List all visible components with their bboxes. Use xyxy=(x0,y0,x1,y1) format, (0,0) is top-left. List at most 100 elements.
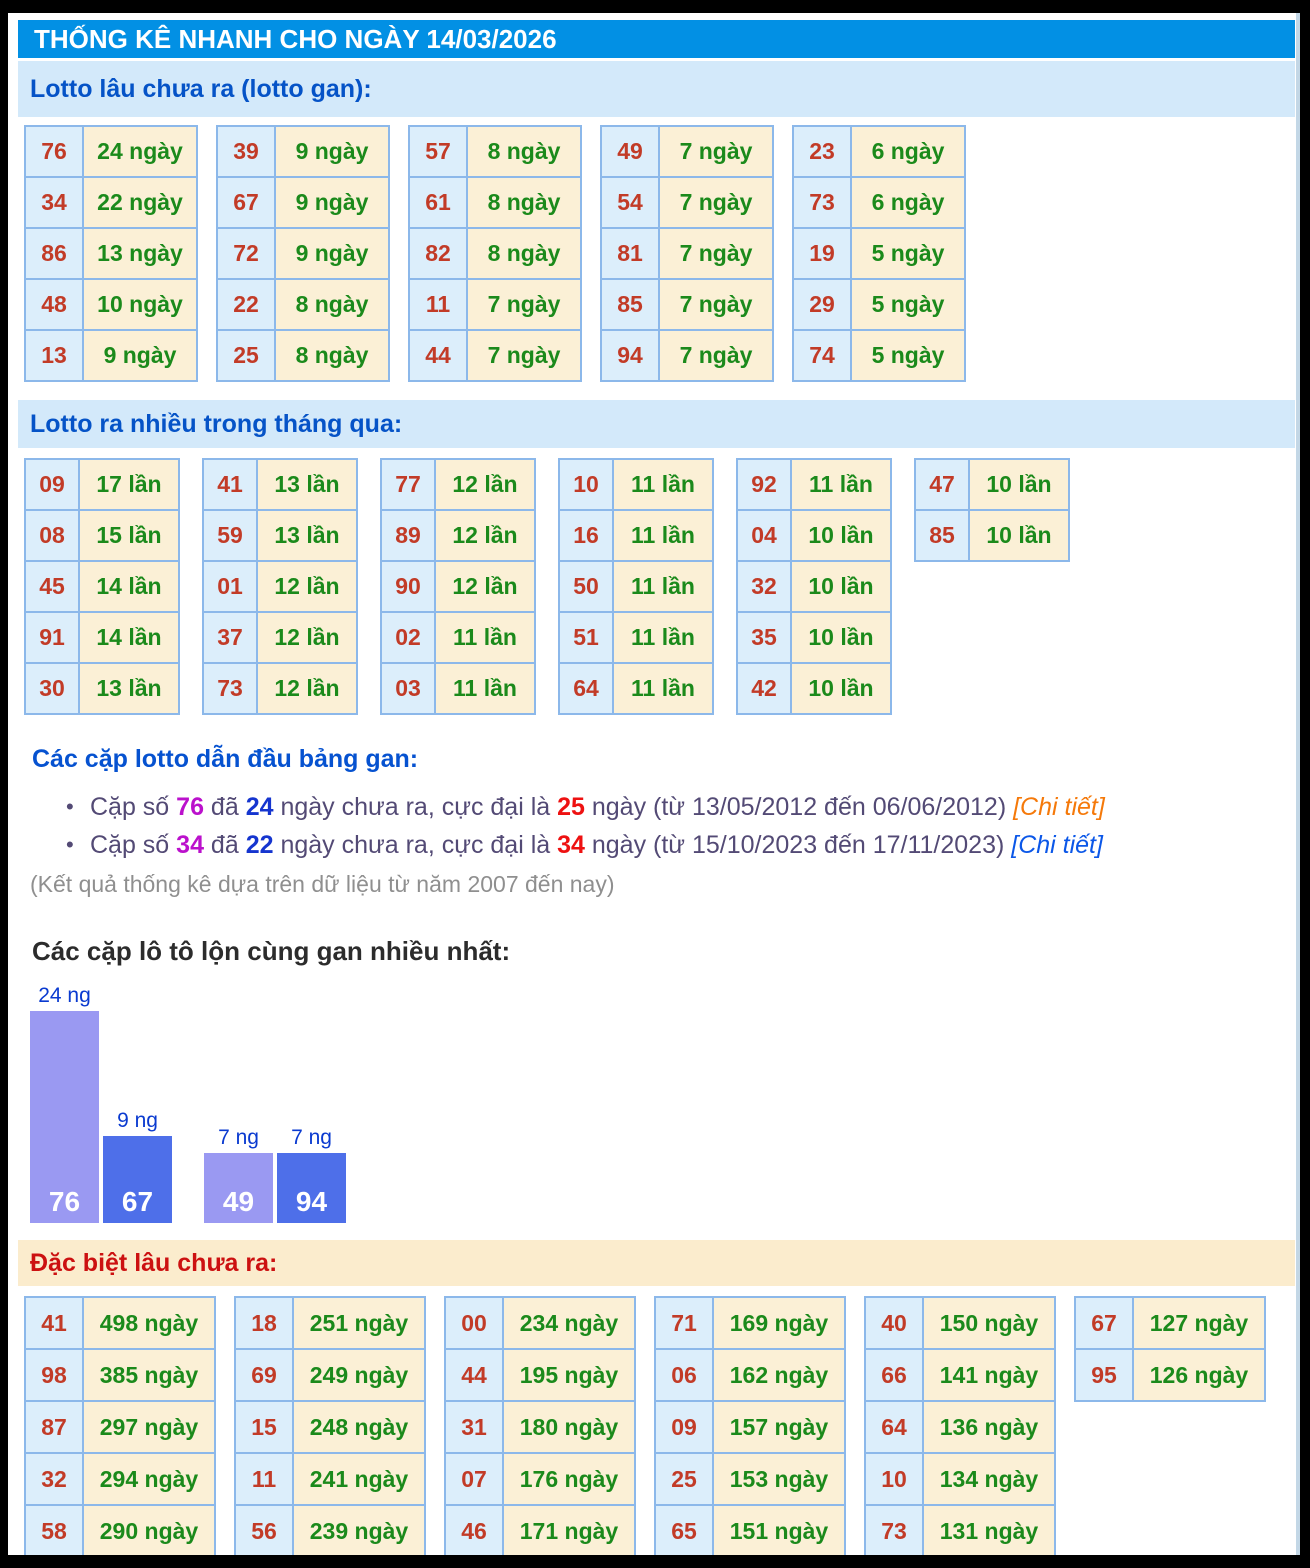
lotto-number: 82 xyxy=(408,227,468,280)
bullet-icon: • xyxy=(66,794,74,819)
scrollbar-track[interactable] xyxy=(1296,13,1300,1555)
bar-value-label: 9 ng xyxy=(117,1109,158,1132)
lotto-stat-value: 150 ngày xyxy=(922,1296,1056,1350)
bar-category-label: 94 xyxy=(295,1186,328,1217)
lotto-stat-value: 11 lần xyxy=(434,662,536,715)
section-dac-biet-title: Đặc biệt lâu chưa ra: xyxy=(18,1240,1295,1286)
lotto-stat-value: 7 ngày xyxy=(658,329,774,382)
chi-tiet-link[interactable]: [Chi tiết] xyxy=(1011,831,1103,859)
lotto-number: 64 xyxy=(864,1400,924,1454)
lotto-number: 74 xyxy=(792,329,852,382)
lotto-number: 41 xyxy=(24,1296,84,1350)
gan-pairs-bar-chart: 24 ng 76 9 ng 67 7 ng 49 7 ng 94 xyxy=(30,977,1295,1223)
lotto-stat-value: 251 ngày xyxy=(292,1296,426,1350)
lotto-stat-value: 248 ngày xyxy=(292,1400,426,1454)
lotto-stat-table: 00 234 ngày 44 195 ngày 31 180 ngày 07 176 ngày… xyxy=(444,1296,636,1555)
pairs-section-title: Các cặp lotto dẫn đầu bảng gan: xyxy=(32,745,419,773)
lotto-number: 85 xyxy=(914,509,970,562)
lotto-number: 09 xyxy=(654,1400,714,1454)
lotto-stat-value: 162 ngày xyxy=(712,1348,846,1402)
lotto-stat-value: 9 ngày xyxy=(274,227,390,280)
lotto-stat-value: 134 ngày xyxy=(922,1452,1056,1506)
lotto-stat-value: 136 ngày xyxy=(922,1400,1056,1454)
lotto-stat-value: 11 lần xyxy=(790,458,892,511)
lotto-number: 02 xyxy=(380,611,436,664)
lotto-number: 10 xyxy=(864,1452,924,1506)
lotto-stat-value: 10 ngày xyxy=(82,278,198,331)
lotto-number: 73 xyxy=(792,176,852,229)
lotto-stat-value: 498 ngày xyxy=(82,1296,216,1350)
bullet-text-segment: ngày (từ 15/10/2023 đến 17/11/2023) xyxy=(584,831,1012,859)
lotto-number: 56 xyxy=(234,1504,294,1555)
lotto-stat-value: 239 ngày xyxy=(292,1504,426,1555)
lotto-stat-value: 157 ngày xyxy=(712,1400,846,1454)
lotto-stat-table: 23 6 ngày 73 6 ngày 19 5 ngày 29 5 ngày 74 5 ngày xyxy=(792,125,966,382)
lotto-number: 42 xyxy=(736,662,792,715)
bullet-text-segment: Cặp số xyxy=(90,793,177,821)
bullet-text-segment: ngày chưa ra, cực đại là xyxy=(273,831,558,859)
bullet-text-segment: 24 xyxy=(245,793,274,821)
lotto-stat-value: 127 ngày xyxy=(1132,1296,1266,1350)
lotto-stat-value: 294 ngày xyxy=(82,1452,216,1506)
lotto-number: 50 xyxy=(558,560,614,613)
bar-item: 7 ng 49 xyxy=(204,1126,273,1223)
lotto-stat-value: 10 lần xyxy=(790,509,892,562)
lotto-stat-value: 5 ngày xyxy=(850,227,966,280)
lotto-number: 61 xyxy=(408,176,468,229)
lotto-number: 00 xyxy=(444,1296,504,1350)
lotto-number: 22 xyxy=(216,278,276,331)
lotto-stat-table: 40 150 ngày 66 141 ngày 64 136 ngày 10 134 ngày… xyxy=(864,1296,1056,1555)
lotto-stat-value: 8 ngày xyxy=(466,176,582,229)
lotto-number: 57 xyxy=(408,125,468,178)
lotto-number: 71 xyxy=(654,1296,714,1350)
lotto-number: 44 xyxy=(444,1348,504,1402)
lotto-number: 06 xyxy=(654,1348,714,1402)
lotto-number: 25 xyxy=(216,329,276,382)
lotto-stat-table: 49 7 ngày 54 7 ngày 81 7 ngày 85 7 ngày 94 7 ngày xyxy=(600,125,774,382)
lotto-stat-value: 9 ngày xyxy=(274,125,390,178)
lotto-number: 48 xyxy=(24,278,84,331)
lotto-number: 15 xyxy=(234,1400,294,1454)
lotto-stat-table: 39 9 ngày 67 9 ngày 72 9 ngày 22 8 ngày 25 8 ngày xyxy=(216,125,390,382)
lotto-stat-value: 290 ngày xyxy=(82,1504,216,1555)
bullet-text-segment: đã xyxy=(203,831,246,859)
lotto-stat-table: 09 17 lần 08 15 lần 45 14 lần 91 14 lần 30 13 lần xyxy=(24,458,180,715)
lotto-number: 13 xyxy=(24,329,84,382)
lotto-number: 32 xyxy=(24,1452,84,1506)
lotto-number: 58 xyxy=(24,1504,84,1555)
lotto-number: 11 xyxy=(234,1452,294,1506)
lotto-number: 35 xyxy=(736,611,792,664)
bar: 67 xyxy=(103,1136,172,1223)
lotto-number: 76 xyxy=(24,125,84,178)
pairs-bullet-list: • Cặp số 76 đã 24 ngày chưa ra, cực đại l… xyxy=(18,788,1295,864)
bullet-text-segment: ngày (từ 13/05/2012 đến 06/06/2012) xyxy=(584,793,1014,821)
bar-item: 7 ng 94 xyxy=(277,1126,346,1223)
lotto-stat-value: 12 lần xyxy=(434,509,536,562)
lotto-stat-value: 14 lần xyxy=(78,560,180,613)
page-content: THỐNG KÊ NHANH CHO NGÀY 14/03/2026 Lotto… xyxy=(8,13,1300,1555)
lotto-number: 95 xyxy=(1074,1348,1134,1402)
lotto-stat-table: 92 11 lần 04 10 lần 32 10 lần 35 10 lần 42 10 lần xyxy=(736,458,892,715)
lotto-stat-value: 249 ngày xyxy=(292,1348,426,1402)
bar-category-label: 49 xyxy=(222,1186,255,1217)
chi-tiet-link[interactable]: [Chi tiết] xyxy=(1013,793,1105,821)
lotto-number: 25 xyxy=(654,1452,714,1506)
lotto-stat-value: 11 lần xyxy=(434,611,536,664)
bullet-text-segment: ngày chưa ra, cực đại là xyxy=(273,793,558,821)
lotto-stat-table: 77 12 lần 89 12 lần 90 12 lần 02 11 lần 03 11 lần xyxy=(380,458,536,715)
lotto-stat-value: 17 lần xyxy=(78,458,180,511)
lotto-stat-value: 13 lần xyxy=(78,662,180,715)
lotto-stat-value: 9 ngày xyxy=(82,329,198,382)
lotto-number: 89 xyxy=(380,509,436,562)
lotto-number: 34 xyxy=(24,176,84,229)
lotto-stat-value: 8 ngày xyxy=(466,227,582,280)
lotto-number: 44 xyxy=(408,329,468,382)
lotto-stat-value: 10 lần xyxy=(790,611,892,664)
lotto-stat-value: 11 lần xyxy=(612,509,714,562)
lotto-stat-value: 15 lần xyxy=(78,509,180,562)
lotto-number: 29 xyxy=(792,278,852,331)
lotto-number: 73 xyxy=(864,1504,924,1555)
lotto-number: 19 xyxy=(792,227,852,280)
bar: 76 xyxy=(30,1011,99,1223)
bullet-text-segment: Cặp số xyxy=(90,831,177,859)
